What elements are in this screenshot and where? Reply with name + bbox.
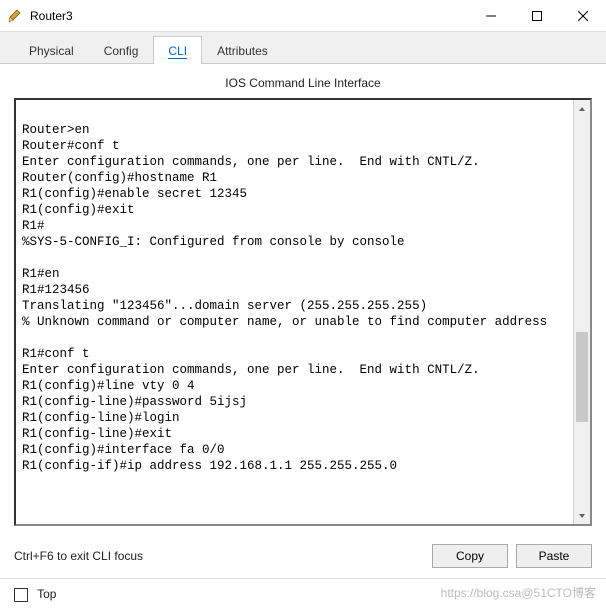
maximize-button[interactable] (514, 0, 560, 31)
scroll-track[interactable] (574, 117, 590, 507)
panel-title: IOS Command Line Interface (14, 74, 592, 98)
minimize-button[interactable] (468, 0, 514, 31)
tabstrip: Physical Config CLI Attributes (0, 32, 606, 64)
tab-label: Physical (29, 44, 74, 58)
top-checkbox[interactable] (14, 588, 28, 602)
tab-label: Config (104, 44, 139, 58)
paste-button[interactable]: Paste (516, 544, 592, 568)
app-icon (8, 8, 24, 24)
top-checkbox-label: Top (37, 587, 56, 601)
tab-config[interactable]: Config (89, 36, 154, 64)
terminal-output[interactable]: Router>en Router#conf t Enter configurat… (16, 100, 573, 524)
titlebar: Router3 (0, 0, 606, 32)
window-title: Router3 (30, 9, 468, 23)
footer-row: Ctrl+F6 to exit CLI focus Copy Paste (0, 534, 606, 572)
tab-attributes[interactable]: Attributes (202, 36, 283, 64)
terminal-container: Router>en Router#conf t Enter configurat… (14, 98, 592, 526)
copy-button[interactable]: Copy (432, 544, 508, 568)
terminal-scrollbar[interactable] (573, 100, 590, 524)
scroll-up-icon[interactable] (574, 100, 590, 117)
window-controls (468, 0, 606, 31)
close-button[interactable] (560, 0, 606, 31)
bottom-row: Top (0, 579, 606, 610)
cli-panel: IOS Command Line Interface Router>en Rou… (0, 64, 606, 534)
cli-focus-hint: Ctrl+F6 to exit CLI focus (14, 549, 424, 563)
scroll-down-icon[interactable] (574, 507, 590, 524)
tab-label: Attributes (217, 44, 268, 58)
scroll-thumb[interactable] (576, 332, 588, 422)
tab-cli[interactable]: CLI (153, 36, 202, 64)
tab-physical[interactable]: Physical (14, 36, 89, 64)
top-checkbox-wrap[interactable]: Top (14, 587, 56, 602)
tab-label: CLI (168, 44, 187, 59)
